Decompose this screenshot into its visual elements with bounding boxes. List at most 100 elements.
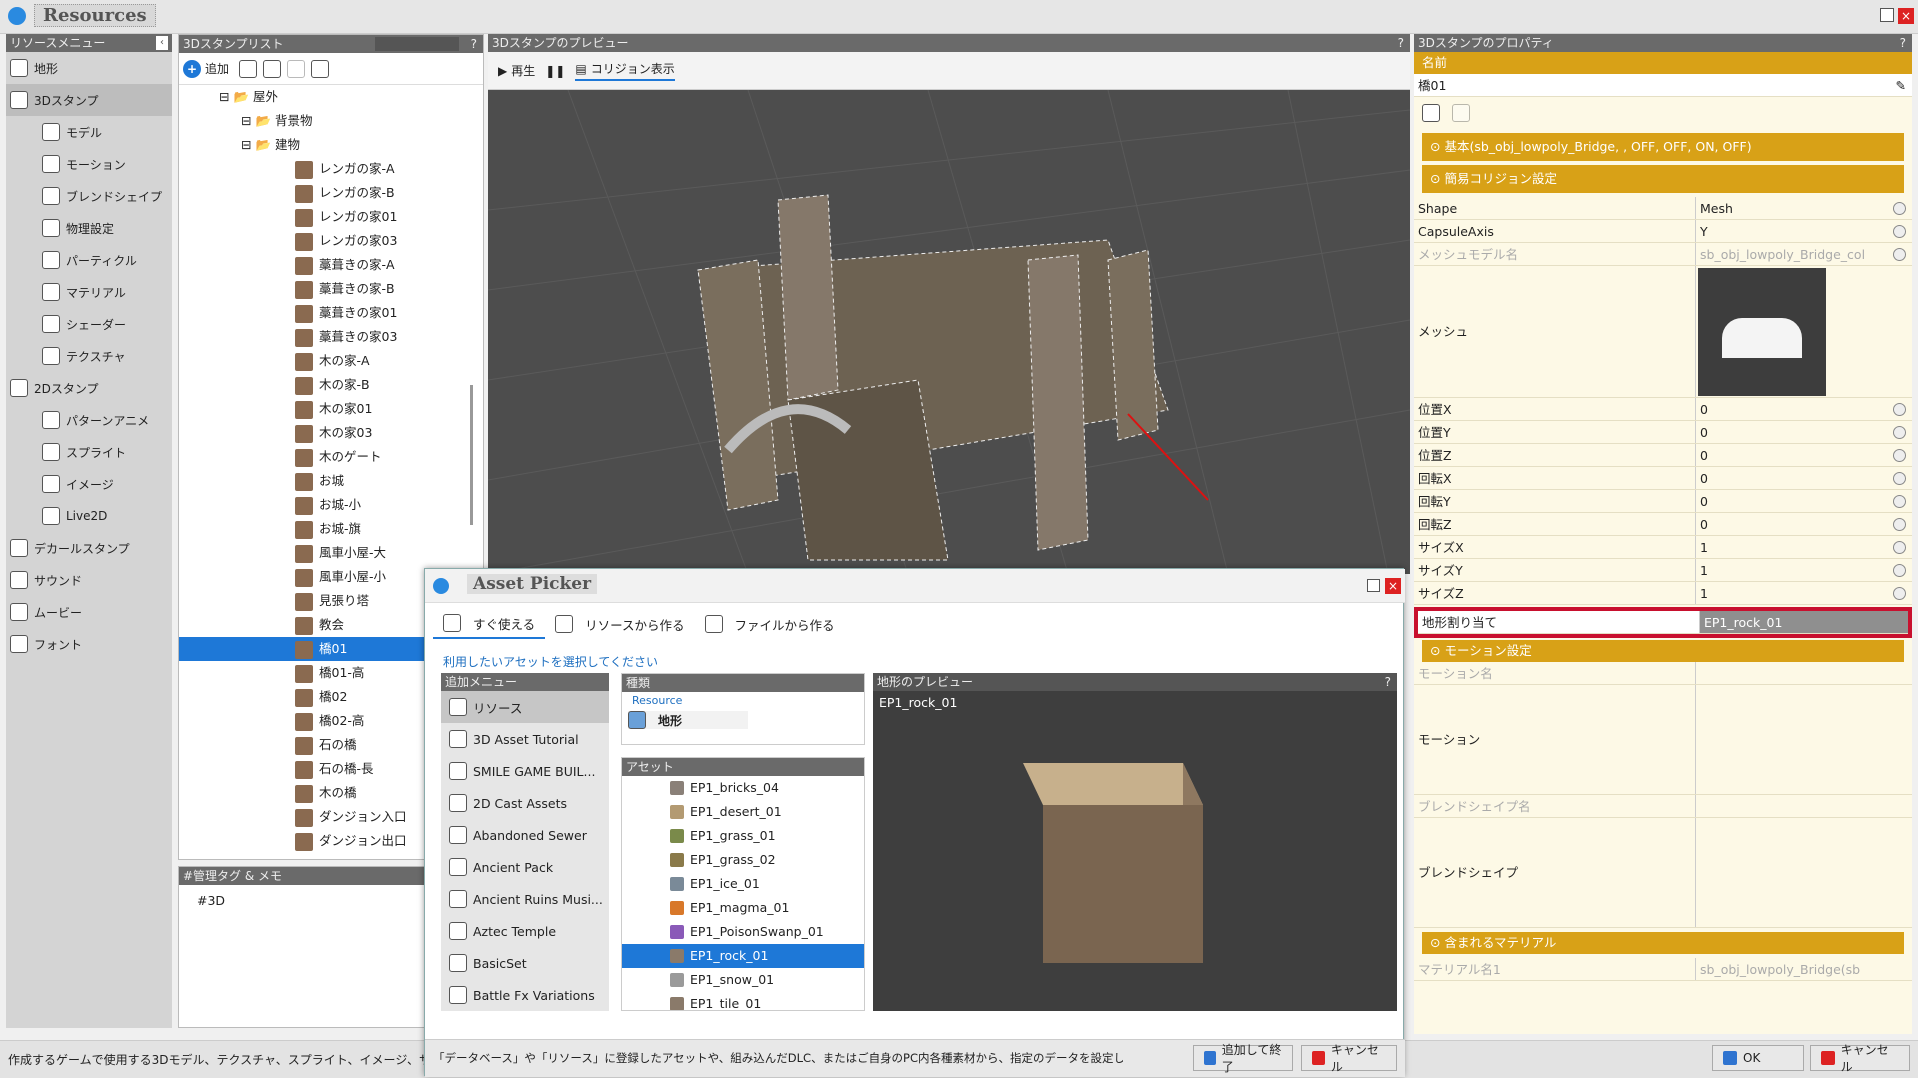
prop-value-field[interactable]: 1: [1696, 559, 1912, 581]
prop-value-field[interactable]: 0: [1696, 398, 1912, 420]
props-copy-icon[interactable]: [1422, 104, 1440, 122]
reset-icon[interactable]: [1893, 472, 1906, 485]
menu-item[interactable]: マテリアル: [6, 276, 172, 308]
tree-item[interactable]: 藁葺きの家01: [179, 301, 483, 325]
prop-value-field[interactable]: 0: [1696, 467, 1912, 489]
copy-icon[interactable]: [263, 59, 282, 78]
menu-item[interactable]: シェーダー: [6, 308, 172, 340]
blendshape-name-value[interactable]: [1696, 795, 1912, 817]
tree-item[interactable]: 風車小屋-大: [179, 541, 483, 565]
menu-item[interactable]: モーション: [6, 148, 172, 180]
add-button[interactable]: + 追加: [183, 59, 229, 78]
asset-item[interactable]: EP1_snow_01: [622, 968, 864, 992]
menu-item[interactable]: パーティクル: [6, 244, 172, 276]
menu-item[interactable]: スプライト: [6, 436, 172, 468]
restore-window-icon[interactable]: [1880, 8, 1894, 22]
preview-help-icon[interactable]: ?: [1398, 34, 1404, 52]
prop-value-field[interactable]: 0: [1696, 421, 1912, 443]
menu-item[interactable]: 地形: [6, 52, 172, 84]
asset-item[interactable]: EP1_desert_01: [622, 800, 864, 824]
play-button[interactable]: ▶ 再生: [498, 62, 535, 79]
3d-viewport[interactable]: [488, 90, 1410, 574]
collision-toggle[interactable]: ▤ コリジョン表示: [575, 60, 675, 81]
prop-value-field[interactable]: 0: [1696, 513, 1912, 535]
asset-item[interactable]: EP1_ice_01: [622, 872, 864, 896]
picker-restore-icon[interactable]: [1367, 579, 1380, 592]
picker-menu-item[interactable]: Ancient Pack: [441, 851, 609, 883]
tree-item[interactable]: 木の家03: [179, 421, 483, 445]
prop-value-field[interactable]: sb_obj_lowpoly_Bridge_col: [1696, 243, 1912, 265]
motion-value[interactable]: [1696, 685, 1912, 794]
cancel-button[interactable]: キャンセル: [1810, 1043, 1910, 1074]
menu-item[interactable]: Live2D: [6, 500, 172, 532]
pause-button[interactable]: ❚❚: [545, 64, 565, 78]
picker-menu-item[interactable]: Ancient Ruins Musi...: [441, 883, 609, 915]
tree-item[interactable]: 藁葺きの家03: [179, 325, 483, 349]
tree-item[interactable]: お城-小: [179, 493, 483, 517]
picker-tab[interactable]: ファイルから作る: [695, 609, 845, 639]
kind-item-terrain[interactable]: 地形: [628, 711, 748, 729]
asset-item[interactable]: EP1_grass_01: [622, 824, 864, 848]
menu-item[interactable]: モデル: [6, 116, 172, 148]
tree-item[interactable]: 木の家-A: [179, 349, 483, 373]
tags-memo-field[interactable]: #3D: [179, 885, 427, 916]
basic-section[interactable]: ⊙ 基本(sb_obj_lowpoly_Bridge, , OFF, OFF, …: [1422, 133, 1904, 161]
menu-item[interactable]: パターンアニメ: [6, 404, 172, 436]
reset-icon[interactable]: [1893, 449, 1906, 462]
edit-pencil-icon[interactable]: ✎: [1896, 74, 1906, 96]
add-and-close-button[interactable]: 追加して終了: [1193, 1043, 1293, 1074]
tree-folder[interactable]: ⊟ 📂 背景物: [179, 109, 483, 133]
reset-icon[interactable]: [1893, 564, 1906, 577]
prop-value-field[interactable]: 1: [1696, 536, 1912, 558]
tree-item[interactable]: 木のゲート: [179, 445, 483, 469]
name-field[interactable]: 橋01 ✎: [1414, 74, 1912, 97]
prop-value-field[interactable]: 1: [1696, 582, 1912, 604]
terrain-preview-help-icon[interactable]: ?: [1385, 673, 1391, 691]
picker-menu-item[interactable]: BasicSet: [441, 947, 609, 979]
terrain-assign-value-field[interactable]: EP1_rock_01: [1700, 611, 1908, 633]
dropdown-icon[interactable]: [1893, 248, 1906, 261]
reset-icon[interactable]: [1893, 403, 1906, 416]
add-folder-icon[interactable]: [239, 59, 258, 78]
material-name-value[interactable]: sb_obj_lowpoly_Bridge(sb: [1696, 958, 1912, 980]
reset-icon[interactable]: [1893, 587, 1906, 600]
asset-item[interactable]: EP1_bricks_04: [622, 776, 864, 800]
terrain-assign-row[interactable]: 地形割り当て EP1_rock_01: [1414, 607, 1912, 638]
collapse-icon[interactable]: ‹: [156, 36, 168, 50]
tree-item[interactable]: レンガの家-B: [179, 181, 483, 205]
menu-item[interactable]: 2Dスタンプ: [6, 372, 172, 404]
tree-folder[interactable]: ⊟ 📂 屋外: [179, 85, 483, 109]
menu-item[interactable]: テクスチャ: [6, 340, 172, 372]
picker-tab[interactable]: すぐ使える: [433, 609, 546, 639]
ok-button[interactable]: OK: [1712, 1045, 1804, 1071]
blendshape-value[interactable]: [1696, 818, 1912, 927]
stamp-search-input[interactable]: [375, 37, 459, 51]
tree-folder[interactable]: ⊟ 📂 建物: [179, 133, 483, 157]
tree-item[interactable]: 藁葺きの家-A: [179, 253, 483, 277]
name-value[interactable]: 橋01: [1414, 74, 1446, 96]
dropdown-icon[interactable]: [1893, 202, 1906, 215]
prop-value-field[interactable]: Y: [1696, 220, 1912, 242]
tree-item[interactable]: レンガの家-A: [179, 157, 483, 181]
menu-item[interactable]: ムービー: [6, 596, 172, 628]
picker-cancel-button[interactable]: キャンセル: [1301, 1043, 1397, 1074]
menu-item[interactable]: デカールスタンプ: [6, 532, 172, 564]
mesh-thumbnail[interactable]: [1696, 266, 1912, 397]
picker-menu-item[interactable]: リソース: [441, 691, 609, 723]
expand-icon[interactable]: ⊟: [241, 137, 255, 152]
paste-icon[interactable]: [287, 59, 306, 78]
prop-value-field[interactable]: 0: [1696, 490, 1912, 512]
asset-item[interactable]: EP1_PoisonSwanp_01: [622, 920, 864, 944]
menu-item[interactable]: 3Dスタンプ: [6, 84, 172, 116]
stamp-list-scrollbar[interactable]: [470, 385, 473, 525]
picker-menu-item[interactable]: SMILE GAME BUIL...: [441, 755, 609, 787]
reset-icon[interactable]: [1893, 495, 1906, 508]
menu-item[interactable]: フォント: [6, 628, 172, 660]
asset-item[interactable]: EP1_grass_02: [622, 848, 864, 872]
asset-item[interactable]: EP1_tile_01: [622, 992, 864, 1010]
tree-item[interactable]: お城: [179, 469, 483, 493]
tree-item[interactable]: レンガの家01: [179, 205, 483, 229]
collision-section[interactable]: ⊙ 簡易コリジョン設定: [1422, 165, 1904, 193]
tree-item[interactable]: レンガの家03: [179, 229, 483, 253]
picker-menu-item[interactable]: Abandoned Sewer: [441, 819, 609, 851]
